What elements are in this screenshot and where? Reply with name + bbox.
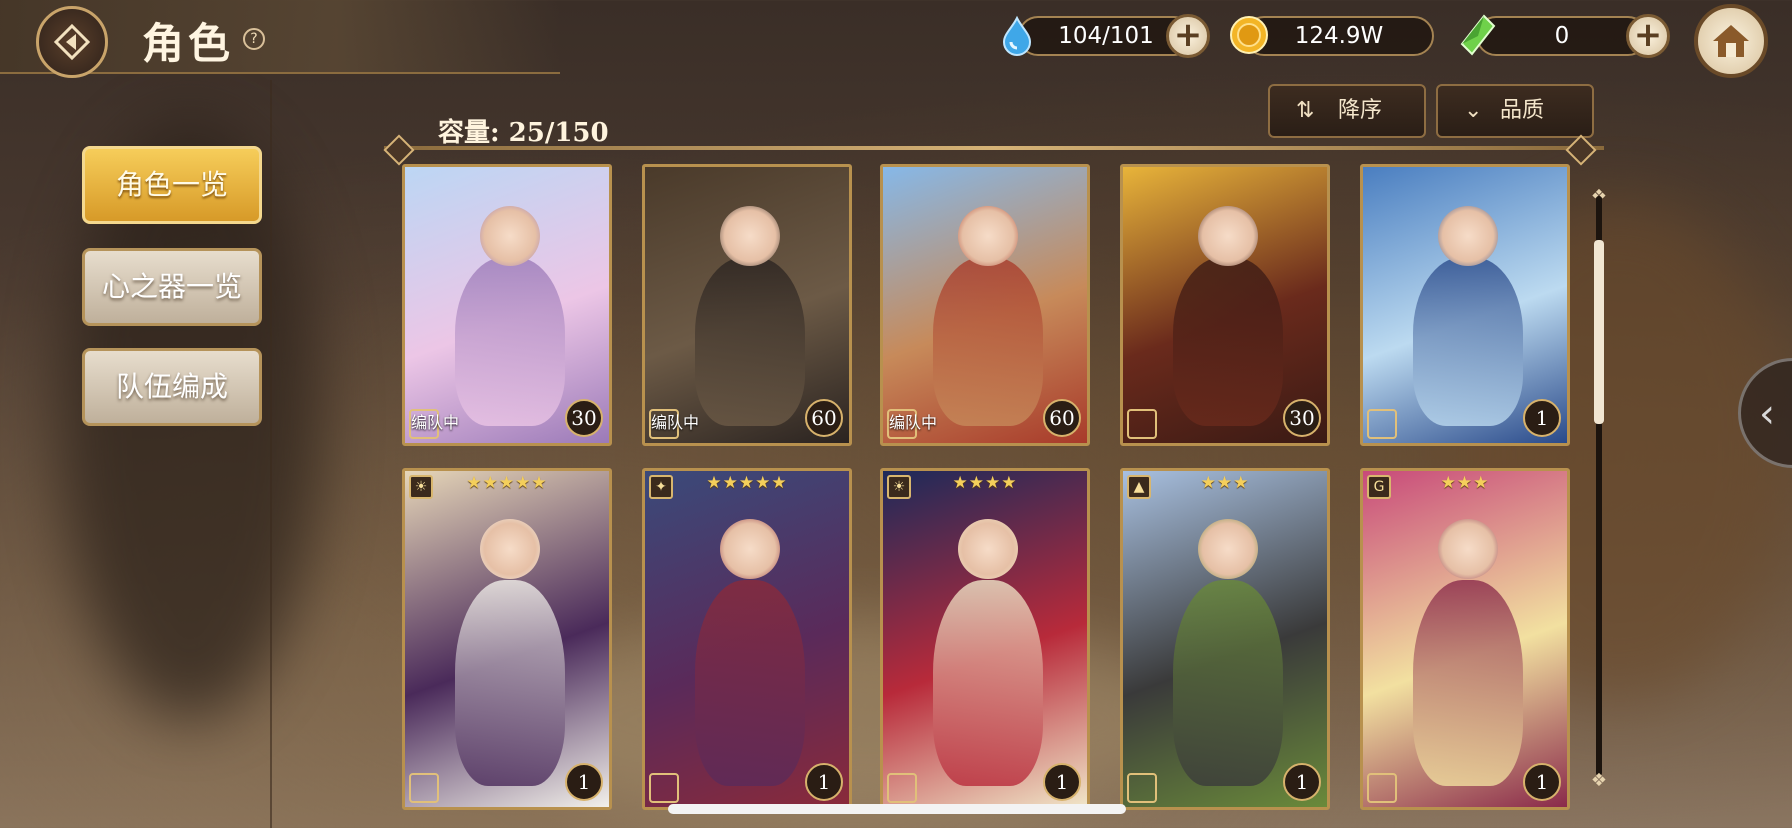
add-crystal-button[interactable]: + <box>1626 14 1670 58</box>
character-card[interactable]: 编队中 60 <box>642 164 852 446</box>
help-icon[interactable]: ? <box>243 28 265 50</box>
level-badge: 30 <box>1283 399 1321 437</box>
character-card[interactable]: 编队中 60 <box>880 164 1090 446</box>
level-badge: 1 <box>1283 763 1321 801</box>
character-figure <box>455 580 565 786</box>
nav-heart-vessel-list[interactable]: 心之器一览 <box>82 248 262 326</box>
scrollbar-thumb[interactable] <box>1594 240 1604 424</box>
level-badge: 60 <box>805 399 843 437</box>
character-card[interactable]: ★★★★ ☀ 1 <box>880 468 1090 810</box>
card-corner-ornament <box>887 773 917 803</box>
character-head <box>1198 518 1258 579</box>
character-card[interactable]: 1 <box>1360 164 1570 446</box>
home-button[interactable] <box>1694 4 1768 78</box>
level-badge: 1 <box>1523 763 1561 801</box>
divider-ornament <box>1565 134 1597 166</box>
character-card[interactable]: ★★★★★ ☀ 1 <box>402 468 612 810</box>
card-corner-ornament <box>1367 409 1397 439</box>
quality-filter-button[interactable]: ⌄ 品质 <box>1436 84 1594 138</box>
level-badge: 1 <box>805 763 843 801</box>
level-badge: 1 <box>565 763 603 801</box>
character-head <box>958 518 1018 579</box>
sort-desc-icon: ⇅ <box>1296 98 1315 123</box>
star-rating: ★★★★★ <box>466 473 548 493</box>
level-badge: 30 <box>565 399 603 437</box>
in-team-label: 编队中 <box>651 413 700 432</box>
water-drop-icon <box>1002 15 1032 56</box>
level-badge: 60 <box>1043 399 1081 437</box>
page-title: 角色 <box>142 19 235 68</box>
gold-value: 124.9W <box>1294 23 1384 49</box>
character-figure <box>1173 580 1283 786</box>
character-figure <box>1413 580 1523 786</box>
character-figure <box>1413 257 1523 427</box>
scroll-bottom-ornament: ❖ <box>1590 770 1608 791</box>
element-icon: ☀ <box>409 475 433 499</box>
divider <box>384 146 1604 150</box>
card-corner-ornament <box>1127 773 1157 803</box>
star-rating: ★★★★★ <box>706 473 788 493</box>
divider-ornament <box>383 134 415 166</box>
character-head <box>720 518 780 579</box>
star-rating: ★★★ <box>1440 473 1490 493</box>
sort-button[interactable]: ⇅ 降序 <box>1268 84 1426 138</box>
back-diamond-icon <box>53 23 91 61</box>
level-badge: 1 <box>1523 399 1561 437</box>
character-card[interactable]: ★★★ ▲ 1 <box>1120 468 1330 810</box>
nav-team-formation[interactable]: 队伍编成 <box>82 348 262 426</box>
nav-divider <box>270 80 272 828</box>
character-figure <box>455 257 565 427</box>
crystal-value: 0 <box>1554 23 1570 49</box>
star-rating: ★★★ <box>1200 473 1250 493</box>
character-figure <box>695 257 805 427</box>
character-figure <box>1173 257 1283 427</box>
character-figure <box>933 580 1043 786</box>
character-head <box>1438 518 1498 579</box>
card-corner-ornament <box>409 773 439 803</box>
character-card[interactable]: 30 <box>1120 164 1330 446</box>
level-badge: 1 <box>1043 763 1081 801</box>
quality-label: 品质 <box>1500 98 1545 123</box>
element-icon: ▲ <box>1127 475 1151 499</box>
back-button[interactable] <box>36 6 108 78</box>
element-icon: ✦ <box>649 475 673 499</box>
character-card[interactable]: ★★★ G 1 <box>1360 468 1570 810</box>
card-corner-ornament <box>1367 773 1397 803</box>
element-icon: ☀ <box>887 475 911 499</box>
gold-coin-icon <box>1230 16 1268 54</box>
crystal-counter: 0 <box>1476 16 1648 56</box>
add-stamina-button[interactable]: + <box>1166 14 1210 58</box>
capacity-text: 容量: 25/150 <box>438 118 609 148</box>
element-icon: G <box>1367 475 1391 499</box>
character-figure <box>933 257 1043 427</box>
in-team-label: 编队中 <box>889 413 938 432</box>
green-crystal-icon <box>1460 14 1496 56</box>
star-rating: ★★★★ <box>952 473 1018 493</box>
in-team-label: 编队中 <box>411 413 460 432</box>
character-head <box>480 518 540 579</box>
character-card[interactable]: 编队中 30 <box>402 164 612 446</box>
sort-label: 降序 <box>1338 98 1383 123</box>
home-indicator[interactable] <box>668 804 1126 814</box>
gold-counter: 124.9W <box>1244 16 1434 56</box>
character-figure <box>695 580 805 786</box>
chevron-left-icon: ‹ <box>1759 391 1775 437</box>
character-card[interactable]: ★★★★★ ✦ 1 <box>642 468 852 810</box>
home-icon <box>1713 25 1749 57</box>
card-corner-ornament <box>1127 409 1157 439</box>
chevron-down-icon: ⌄ <box>1464 98 1483 123</box>
nav-character-list[interactable]: 角色一览 <box>82 146 262 224</box>
card-corner-ornament <box>649 773 679 803</box>
